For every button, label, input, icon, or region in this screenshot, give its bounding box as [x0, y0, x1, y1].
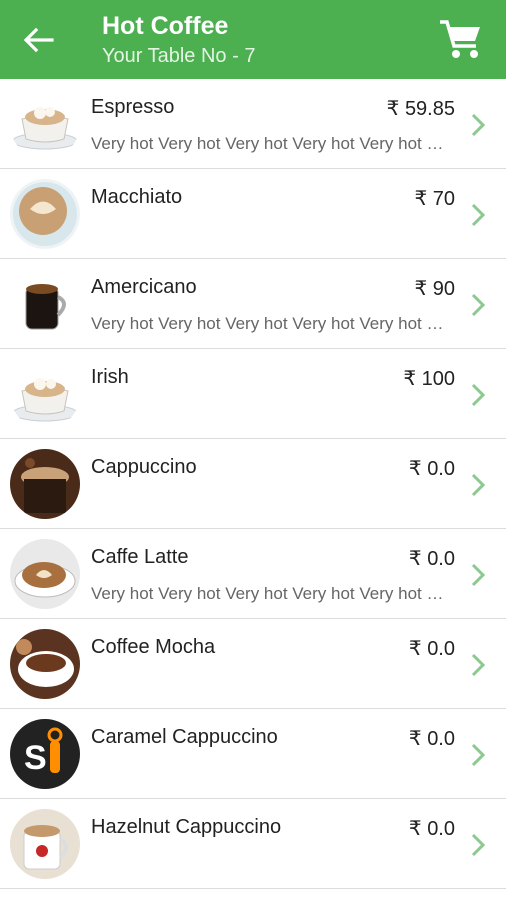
svg-text:S: S [24, 739, 47, 777]
coffee-thumbnail [10, 539, 80, 609]
title-block: Hot Coffee Your Table No - 7 [102, 10, 255, 70]
item-price: ₹ 0.0 [408, 728, 455, 750]
item-name: Espresso [91, 96, 175, 118]
list-item[interactable]: Macchiato ₹ 70 [0, 169, 506, 259]
list-item[interactable]: Irish ₹ 100 [0, 349, 506, 439]
table-number: Your Table No - 7 [102, 45, 256, 67]
coffee-thumbnail: S [10, 719, 80, 789]
chevron-right-icon [471, 833, 486, 857]
app-bar: Hot Coffee Your Table No - 7 [0, 0, 506, 79]
shopping-cart-icon[interactable] [438, 18, 484, 62]
arrow-left-icon[interactable] [22, 26, 54, 54]
item-name: Cappuccino [91, 456, 197, 478]
chevron-right-icon [471, 473, 486, 497]
item-description: Very hot Very hot Very hot Very hot Very… [91, 134, 451, 153]
item-price: ₹ 0.0 [408, 818, 455, 840]
coffee-thumbnail [10, 269, 80, 339]
chevron-right-icon [471, 653, 486, 677]
chevron-right-icon [471, 743, 486, 767]
item-price: ₹ 0.0 [408, 458, 455, 480]
chevron-right-icon [471, 113, 486, 137]
item-name: Coffee Mocha [91, 636, 216, 658]
item-price: ₹ 59.85 [386, 98, 455, 120]
item-price: ₹ 100 [403, 368, 455, 390]
coffee-thumbnail [10, 89, 80, 159]
coffee-thumbnail [10, 179, 80, 249]
list-item[interactable]: Cappuccino ₹ 0.0 [0, 439, 506, 529]
list-item[interactable]: Hazelnut Cappuccino ₹ 0.0 [0, 799, 506, 889]
item-price: ₹ 90 [414, 278, 455, 300]
coffee-list: Espresso ₹ 59.85 Very hot Very hot Very ho… [0, 79, 506, 889]
coffee-thumbnail [10, 359, 80, 429]
item-description: Very hot Very hot Very hot Very hot Very… [91, 314, 451, 333]
page-title: Hot Coffee [102, 12, 229, 40]
item-description: Very hot Very hot Very hot Very hot Very… [91, 584, 451, 603]
item-name: Caffe Latte [91, 546, 189, 568]
list-item[interactable]: Coffee Mocha ₹ 0.0 [0, 619, 506, 709]
item-name: Caramel Cappuccino [91, 726, 278, 748]
list-item[interactable]: S Caramel Cappuccino ₹ 0.0 [0, 709, 506, 799]
item-name: Macchiato [91, 186, 183, 208]
chevron-right-icon [471, 293, 486, 317]
chevron-right-icon [471, 203, 486, 227]
list-item[interactable]: Caffe Latte ₹ 0.0 Very hot Very hot Very h… [0, 529, 506, 619]
list-item[interactable]: Amercicano ₹ 90 Very hot Very hot Very hot… [0, 259, 506, 349]
item-price: ₹ 0.0 [408, 638, 455, 660]
item-price: ₹ 70 [414, 188, 455, 210]
item-name: Irish [91, 366, 129, 388]
chevron-right-icon [471, 563, 486, 587]
chevron-right-icon [471, 383, 486, 407]
coffee-thumbnail [10, 449, 80, 519]
coffee-thumbnail [10, 809, 80, 879]
list-item[interactable]: Espresso ₹ 59.85 Very hot Very hot Very ho… [0, 79, 506, 169]
item-name: Amercicano [91, 276, 197, 298]
coffee-thumbnail [10, 629, 80, 699]
item-price: ₹ 0.0 [408, 548, 455, 570]
item-name: Hazelnut Cappuccino [91, 816, 282, 838]
